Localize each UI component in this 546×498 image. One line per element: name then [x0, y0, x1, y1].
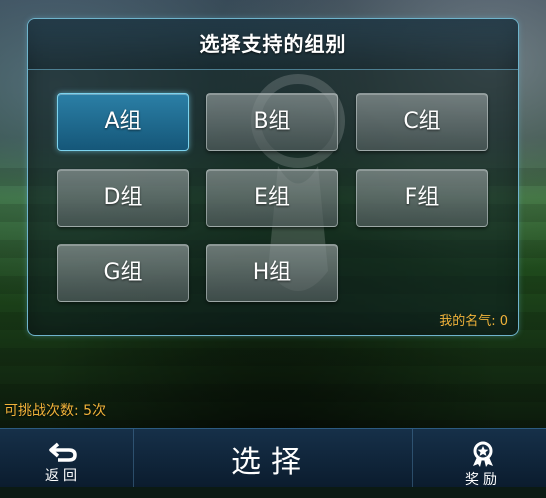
reward-medal-icon	[473, 441, 493, 467]
reward-button[interactable]: 奖励	[438, 429, 528, 488]
dialog-title: 选择支持的组别	[199, 32, 347, 56]
back-label: 返回	[45, 468, 81, 484]
bar-divider-right	[412, 429, 413, 487]
challenge-count-text: 可挑战次数: 5次	[4, 403, 107, 419]
reward-label: 奖励	[465, 472, 501, 488]
group-h-button[interactable]: H组	[206, 244, 338, 302]
group-d-button[interactable]: D组	[57, 169, 189, 227]
group-f-button[interactable]: F组	[356, 169, 488, 227]
group-e-button[interactable]: E组	[206, 169, 338, 227]
bar-divider-left	[133, 429, 134, 487]
group-c-button[interactable]: C组	[356, 93, 488, 151]
back-button[interactable]: 返回	[18, 429, 108, 487]
my-fame-text: 我的名气: 0	[439, 314, 508, 329]
back-arrow-icon	[49, 442, 77, 462]
group-b-button[interactable]: B组	[206, 93, 338, 151]
screen-title: 选择	[231, 445, 311, 480]
group-a-button[interactable]: A组	[57, 93, 189, 151]
group-g-button[interactable]: G组	[57, 244, 189, 302]
group-select-dialog: 选择支持的组别 A组 B组 C组 D组 E组 F组 G组 H组 我的名气: 0	[27, 18, 519, 336]
